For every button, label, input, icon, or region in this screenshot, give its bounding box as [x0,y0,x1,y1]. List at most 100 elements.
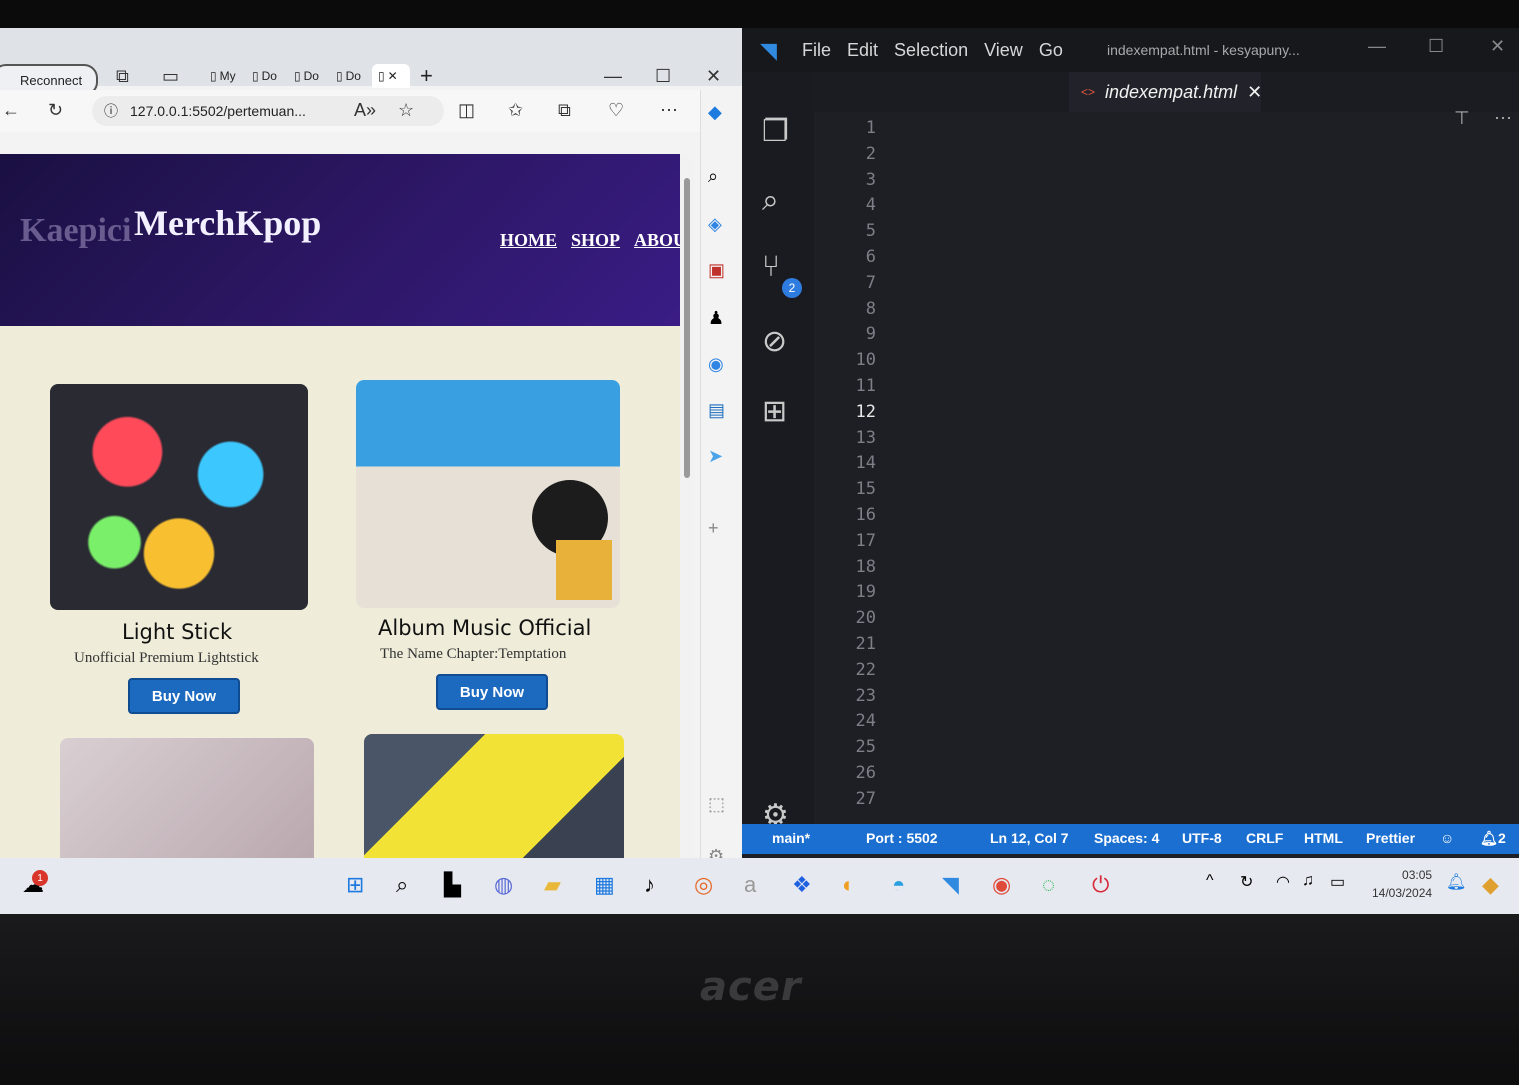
vscode-taskbar-icon[interactable]: ◥ [942,872,959,898]
whatsapp-icon[interactable]: ◌ [1042,872,1055,898]
vscode-logo-icon: ◥ [760,38,777,63]
yellow-album-product-image[interactable] [364,734,624,860]
photocard-shape [556,540,612,600]
nav-shop[interactable]: SHOP [571,230,620,251]
close-icon[interactable]: ✕ [388,69,398,83]
close-icon[interactable]: ✕ [1247,82,1262,103]
favorites-icon[interactable]: ✩ [508,100,523,121]
site-logo[interactable]: MerchKpop [134,202,321,244]
more-icon[interactable]: ⋯ [660,100,678,121]
health-icon[interactable]: ♡ [608,100,624,121]
tab-my[interactable]: ▯ My [204,64,242,88]
add-icon[interactable]: + [708,518,719,539]
branch-status[interactable]: main* [772,830,810,846]
tab-actions-icon[interactable]: ▭ [162,66,179,87]
address-bar[interactable]: ⓘ 127.0.0.1:5502/pertemuan... [92,96,444,126]
tab-do-2[interactable]: ▯ Do [288,64,326,88]
info-icon[interactable]: ⓘ [104,101,118,121]
explorer-icon[interactable]: ❐ [762,114,789,149]
eol-status[interactable]: CRLF [1246,830,1283,846]
notification-bell-icon[interactable]: 🔔︎ [1446,872,1466,892]
edge-icon[interactable]: ◓ [892,872,905,898]
dropbox-icon[interactable]: ❖ [792,872,812,898]
start-icon[interactable]: ⊞ [346,872,364,898]
lightstick-product-image[interactable] [50,384,308,610]
collections-icon[interactable]: ⧉ [558,100,571,121]
store-icon[interactable]: ▦ [594,872,615,898]
task-view-icon[interactable]: ▙ [444,872,461,898]
favorite-star-icon[interactable]: ☆ [398,100,414,121]
search-icon[interactable]: ⌕ [762,184,779,218]
editor-tab-active[interactable]: <> indexempat.html ✕ [1069,72,1262,112]
file-explorer-icon[interactable]: ▰ [544,872,561,898]
tab-do-3[interactable]: ▯ Do [330,64,368,88]
keychain-product-image[interactable] [60,738,314,860]
line-number: 4 [865,195,876,216]
chrome-icon[interactable]: ◉ [992,872,1011,898]
power-app-icon[interactable]: ⏻ [1092,872,1109,898]
menu-file[interactable]: File [802,40,831,61]
send-icon[interactable]: ➤ [708,446,723,467]
split-screen-icon[interactable]: ◫ [458,100,475,121]
office-icon[interactable]: ◉ [708,354,724,375]
app-icon[interactable]: ◐ [842,872,855,898]
shopping-tag-icon[interactable]: ◈ [708,214,722,235]
encoding-status[interactable]: UTF-8 [1182,830,1222,846]
close-window-icon[interactable]: ✕ [1490,36,1505,57]
indentation-status[interactable]: Spaces: 4 [1094,830,1159,846]
prettier-status[interactable]: Prettier [1366,830,1415,846]
feedback-icon[interactable]: ☺ [1440,830,1454,846]
menu-edit[interactable]: Edit [847,40,878,61]
bell-icon[interactable]: 🔔︎ [1480,830,1498,847]
source-control-icon[interactable]: ⑂ [762,250,780,284]
extensions-icon[interactable]: ⊞ [762,394,787,429]
wifi-icon[interactable]: ◠ [1276,872,1290,892]
debug-icon[interactable]: ⊘ [762,324,787,359]
maximize-icon[interactable]: ☐ [1428,36,1444,57]
page-icon: ▯ [210,69,217,83]
split-editor-icon[interactable]: ⊤ [1454,108,1470,129]
maximize-icon[interactable]: ☐ [655,66,671,87]
screenshot-icon[interactable]: ⬚ [708,794,725,815]
minimize-icon[interactable]: — [604,66,622,87]
firefox-icon[interactable]: ◎ [694,872,713,898]
more-actions-icon[interactable]: ⋯ [1494,108,1512,129]
menu-view[interactable]: View [984,40,1023,61]
menu-go[interactable]: Go [1039,40,1063,61]
amazon-icon[interactable]: a [744,872,756,898]
tab-do-1[interactable]: ▯ Do [246,64,284,88]
read-aloud-icon[interactable]: A» [354,100,376,121]
browser-window: Reconnect ⧉ ▭ ▯ My ▯ Do ▯ Do ▯ Do ▯ ✕ + — ☐ ✕… [0,28,743,866]
scrollbar-thumb[interactable] [684,178,690,478]
new-tab-button[interactable]: + [414,63,452,88]
search-icon[interactable]: ⌕ [708,166,718,187]
system-clock[interactable]: 03:05 14/03/2024 [1372,866,1432,902]
volume-icon[interactable]: ♫ [1302,872,1314,890]
buy-now-button[interactable]: Buy Now [128,678,240,714]
refresh-icon[interactable]: ↻ [48,100,63,121]
live-server-port[interactable]: Port : 5502 [866,830,938,846]
buy-now-button[interactable]: Buy Now [436,674,548,710]
battery-icon[interactable]: ▭ [1330,872,1345,892]
tab-active[interactable]: ▯ ✕ [372,64,410,88]
games-icon[interactable]: ♟ [708,308,724,329]
tools-icon[interactable]: ▣ [708,260,725,281]
minimize-icon[interactable]: — [1368,36,1386,57]
menu-selection[interactable]: Selection [894,40,968,61]
back-icon[interactable]: ← [2,100,20,121]
copilot-taskbar-icon[interactable]: ◆ [1482,872,1499,898]
workspaces-icon[interactable]: ⧉ [116,66,129,87]
nav-home[interactable]: HOME [500,230,557,251]
chat-icon[interactable]: ◍ [494,872,513,898]
album-product-image[interactable] [356,380,620,608]
outlook-icon[interactable]: ▤ [708,400,725,421]
copilot-icon[interactable]: ◆ [708,102,722,123]
search-icon[interactable]: ⌕ [396,872,408,898]
close-window-icon[interactable]: ✕ [706,66,721,87]
cursor-position[interactable]: Ln 12, Col 7 [990,830,1069,846]
sync-icon[interactable]: ↻ [1240,872,1253,892]
tiktok-icon[interactable]: ♪ [644,872,655,898]
chevron-up-icon[interactable]: ^ [1206,872,1214,890]
language-mode[interactable]: HTML [1304,830,1343,846]
nav-about[interactable]: ABOU [634,230,680,251]
